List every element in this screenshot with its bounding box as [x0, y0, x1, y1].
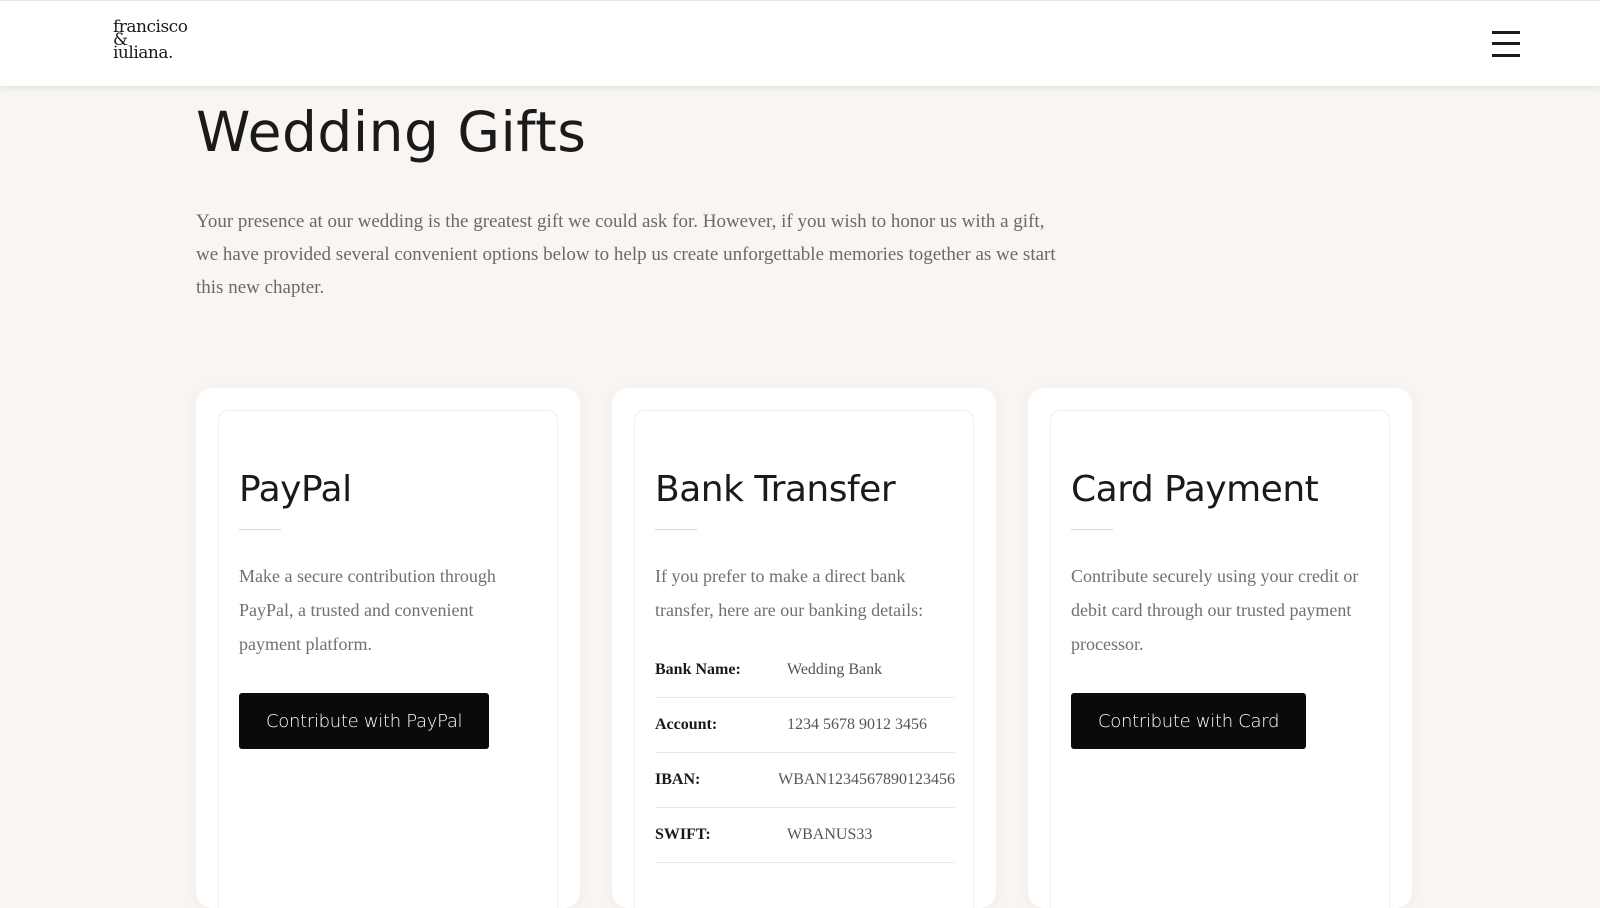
logo-line-3: iuliana. [113, 43, 173, 63]
bank-label: Account: [655, 716, 718, 733]
card-payment-title: Card Payment [1071, 469, 1319, 510]
card-payment-card: Card Payment Contribute securely using y… [1028, 388, 1412, 908]
paypal-card-title: PayPal [239, 469, 352, 510]
paypal-card: PayPal Make a secure contribution throug… [196, 388, 580, 908]
bank-label: IBAN: [655, 771, 701, 788]
bank-value: 1234 5678 9012 3456 [787, 716, 927, 733]
paypal-card-text: Make a secure contribution through PayPa… [239, 566, 496, 654]
card-payment-inner: Card Payment Contribute securely using y… [1050, 410, 1390, 908]
banking-details-table: Bank Name: Wedding Bank Account: 1234 56… [655, 643, 955, 863]
bank-label: Bank Name: [655, 661, 741, 678]
bank-value: Wedding Bank [787, 661, 883, 678]
paypal-card-inner: PayPal Make a secure contribution throug… [218, 410, 558, 908]
site-logo[interactable]: francisco & iuliana. [113, 19, 188, 63]
bank-card-inner: Bank Transfer If you prefer to make a di… [634, 410, 974, 908]
bank-value: WBAN1234567890123456 [778, 771, 955, 788]
intro-paragraph: Your presence at our wedding is the grea… [196, 211, 1056, 298]
hamburger-menu-icon[interactable] [1492, 29, 1520, 59]
contribute-paypal-button[interactable]: Contribute with PayPal [239, 693, 490, 749]
bank-row-iban: IBAN: WBAN1234567890123456 [655, 753, 955, 808]
bank-row-swift: SWIFT: WBANUS33 [655, 808, 955, 863]
top-navigation-bar: francisco & iuliana. [0, 0, 1600, 86]
contribute-card-button[interactable]: Contribute with Card [1071, 693, 1307, 749]
bank-row-account: Account: 1234 5678 9012 3456 [655, 698, 955, 753]
bank-label: SWIFT: [655, 826, 711, 843]
card-payment-divider [1071, 529, 1113, 530]
bank-card-title: Bank Transfer [655, 469, 896, 510]
page-title: Wedding Gifts [196, 100, 587, 164]
bank-transfer-card: Bank Transfer If you prefer to make a di… [612, 388, 996, 908]
card-payment-text: Contribute securely using your credit or… [1071, 566, 1359, 654]
bank-card-text: If you prefer to make a direct bank tran… [655, 566, 924, 620]
paypal-card-divider [239, 529, 281, 530]
bank-row-name: Bank Name: Wedding Bank [655, 643, 955, 698]
bank-value: WBANUS33 [787, 826, 873, 843]
bank-card-divider [655, 529, 697, 530]
